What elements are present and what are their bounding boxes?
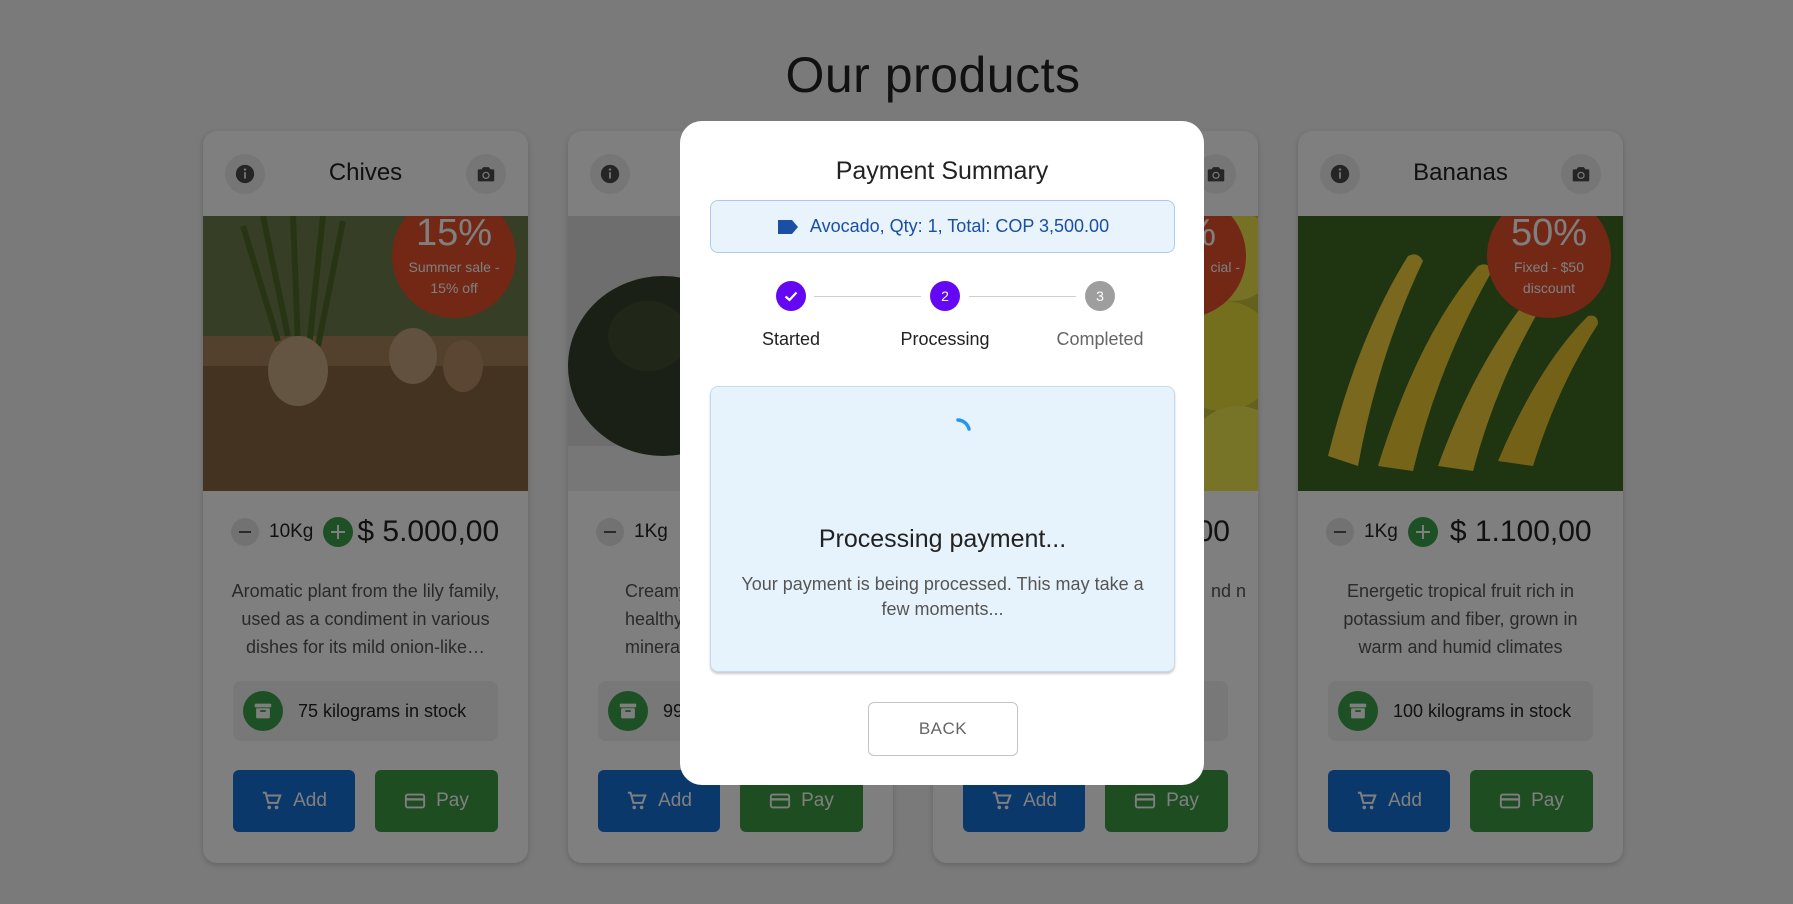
step-started-label: Started bbox=[761, 329, 821, 349]
order-summary-text: Avocado, Qty: 1, Total: COP 3,500.00 bbox=[809, 216, 1110, 236]
processing-message: Your payment is being processed. This ma… bbox=[741, 574, 1144, 619]
step-processing-label: Processing bbox=[900, 329, 990, 349]
check-icon bbox=[784, 291, 798, 302]
modal-title: Payment Summary bbox=[835, 157, 1049, 185]
back-button[interactable]: BACK bbox=[868, 702, 1018, 756]
step-completed: 3 Completed bbox=[1030, 281, 1170, 350]
processing-panel: Processing payment... Your payment is be… bbox=[710, 386, 1175, 672]
step-processing-circle: 2 bbox=[930, 281, 960, 311]
order-summary: Avocado, Qty: 1, Total: COP 3,500.00 bbox=[710, 200, 1175, 253]
spinner-icon bbox=[943, 417, 973, 452]
payment-summary-modal: Payment Summary Avocado, Qty: 1, Total: … bbox=[680, 121, 1204, 785]
step-started: Started bbox=[721, 281, 861, 350]
step-processing: 2 Processing bbox=[875, 281, 1015, 350]
processing-title: Processing payment... bbox=[818, 525, 1067, 553]
step-started-circle bbox=[776, 281, 806, 311]
step-completed-circle: 3 bbox=[1085, 281, 1115, 311]
payment-stepper: Started 2 Processing 3 Completed bbox=[710, 281, 1175, 361]
tag-icon bbox=[777, 219, 798, 234]
step-completed-label: Completed bbox=[1056, 329, 1144, 349]
